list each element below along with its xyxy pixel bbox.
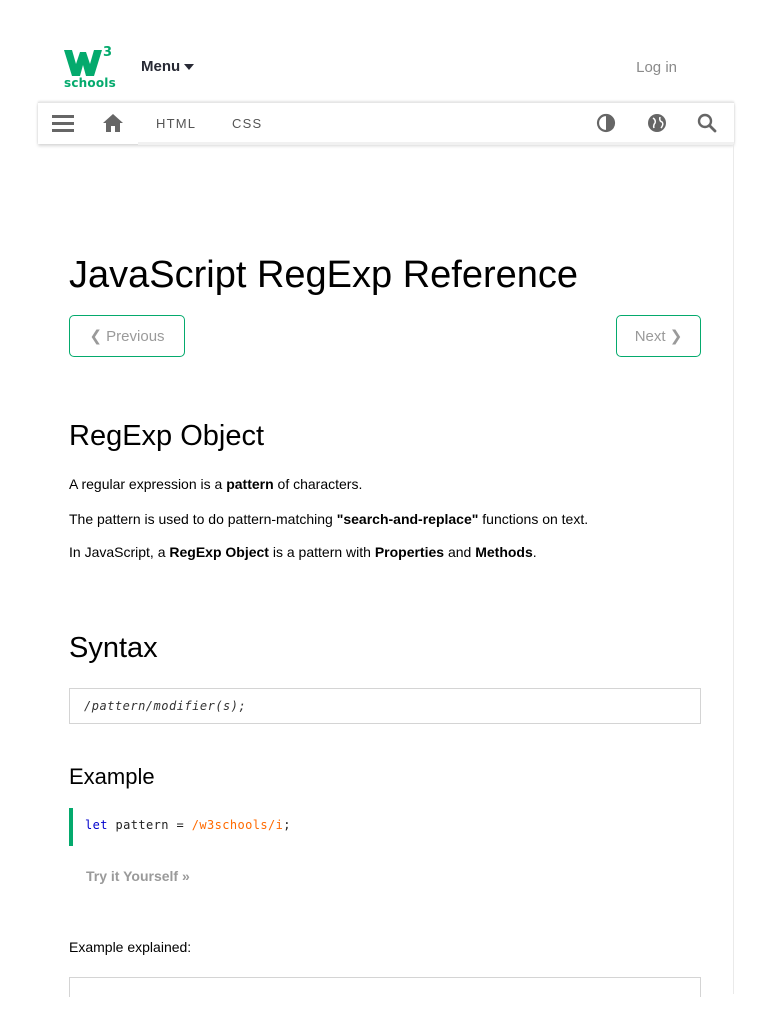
w3schools-logo[interactable]: 3 schools bbox=[62, 44, 116, 92]
home-icon[interactable] bbox=[102, 113, 126, 135]
regexp-paragraph-3: In JavaScript, a RegExp Object is a patt… bbox=[69, 544, 537, 560]
search-icon[interactable] bbox=[697, 113, 721, 135]
syntax-code-block: /pattern/modifier(s); bbox=[69, 688, 701, 724]
syntax-code: /pattern/modifier(s); bbox=[84, 699, 247, 713]
content-right-border bbox=[733, 144, 734, 994]
code-regex: /w3schools/i bbox=[191, 818, 284, 832]
example-heading: Example bbox=[69, 764, 155, 789]
top-header: 3 schools Menu Log in bbox=[38, 34, 734, 102]
topic-navbar: HTML CSS bbox=[38, 102, 734, 145]
next-button[interactable]: Next ❯ bbox=[616, 315, 701, 357]
contrast-icon[interactable] bbox=[596, 113, 620, 135]
regexp-object-heading: RegExp Object bbox=[69, 420, 265, 452]
page-title: JavaScript RegExp Reference bbox=[69, 254, 579, 296]
example-explained-label: Example explained: bbox=[69, 939, 192, 955]
code-identifier: pattern = bbox=[107, 818, 192, 832]
logo-text: schools bbox=[64, 76, 116, 90]
nav-link-html[interactable]: HTML bbox=[156, 116, 196, 131]
code-keyword: let bbox=[85, 818, 108, 832]
example-explained-box bbox=[69, 977, 701, 997]
w3-logo-icon: 3 bbox=[64, 45, 112, 76]
menu-button[interactable]: Menu bbox=[141, 58, 195, 75]
try-it-yourself-button[interactable]: Try it Yourself » bbox=[86, 868, 190, 884]
example-code-block: let pattern = /w3schools/i; bbox=[69, 808, 701, 846]
regexp-paragraph-2: The pattern is used to do pattern-matchi… bbox=[69, 511, 589, 527]
regexp-paragraph-1: A regular expression is a pattern of cha… bbox=[69, 476, 363, 492]
caret-down-icon bbox=[184, 64, 195, 70]
code-semicolon: ; bbox=[283, 818, 291, 832]
previous-button[interactable]: ❮ Previous bbox=[69, 315, 185, 357]
login-link[interactable]: Log in bbox=[636, 59, 677, 76]
menu-label: Menu bbox=[141, 58, 181, 75]
logo-superscript: 3 bbox=[103, 45, 112, 60]
hamburger-menu-icon[interactable] bbox=[52, 113, 76, 135]
navbar-divider bbox=[138, 142, 734, 145]
globe-icon[interactable] bbox=[647, 113, 671, 135]
syntax-heading: Syntax bbox=[69, 632, 158, 664]
nav-link-css[interactable]: CSS bbox=[232, 116, 262, 131]
